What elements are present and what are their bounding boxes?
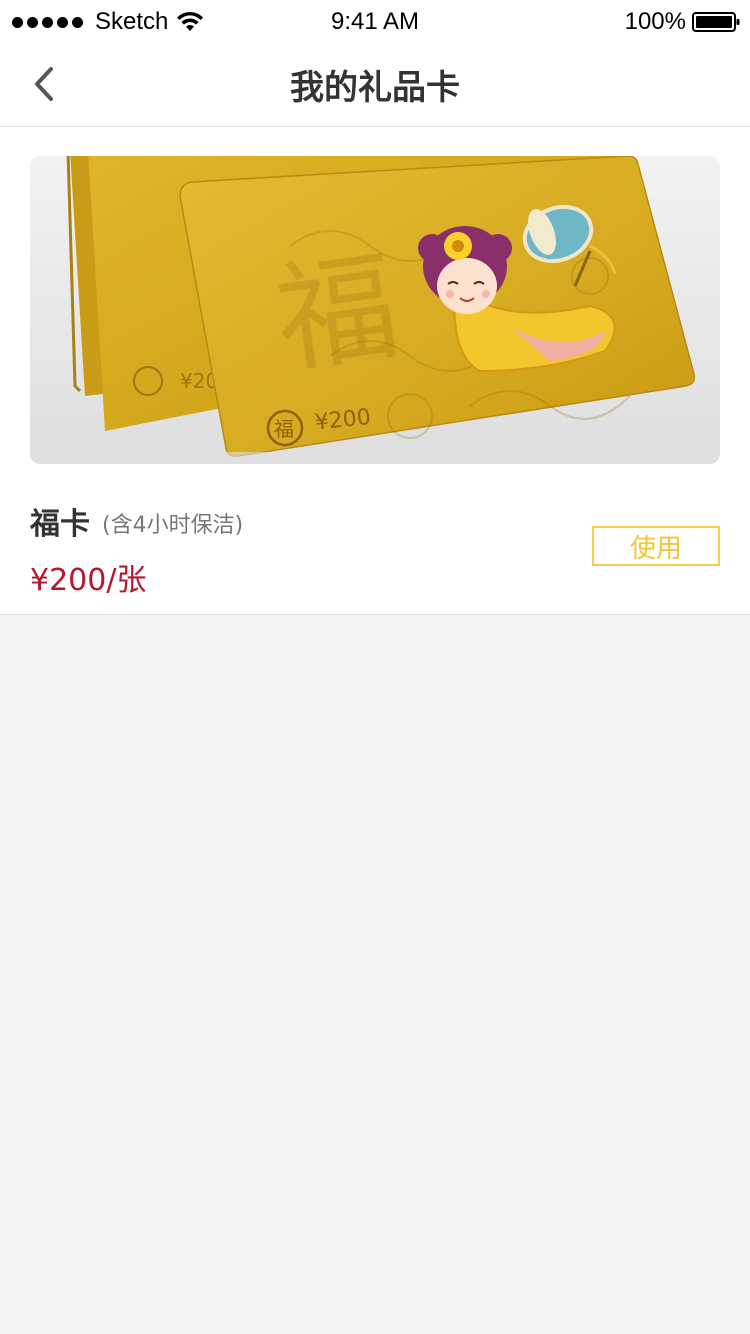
- gift-card-image: ¥200 福 福 ¥200: [30, 156, 720, 464]
- nav-bar: 我的礼品卡: [0, 40, 750, 127]
- battery-icon: [692, 12, 740, 32]
- page-title: 我的礼品卡: [290, 68, 460, 108]
- gift-card-note: (含4小时保洁): [102, 513, 244, 538]
- use-button[interactable]: 使用: [592, 526, 720, 566]
- battery-percentage: 100%: [624, 8, 686, 35]
- emblem-char: 福: [274, 417, 294, 441]
- status-right: 100%: [625, 8, 740, 36]
- gift-card-name: 福卡: [30, 507, 90, 542]
- sunflower-icon: [444, 232, 472, 260]
- gift-card-illustration: ¥200 福 福 ¥200: [30, 156, 720, 464]
- card-watermark: 福: [268, 237, 406, 391]
- gift-card-item: ¥200 福 福 ¥200 福卡 (含4小时保洁) ¥200/张 使用: [0, 127, 750, 615]
- status-bar: Sketch 9:41 AM 100%: [0, 0, 750, 40]
- gift-card-price: ¥200/张: [30, 563, 147, 598]
